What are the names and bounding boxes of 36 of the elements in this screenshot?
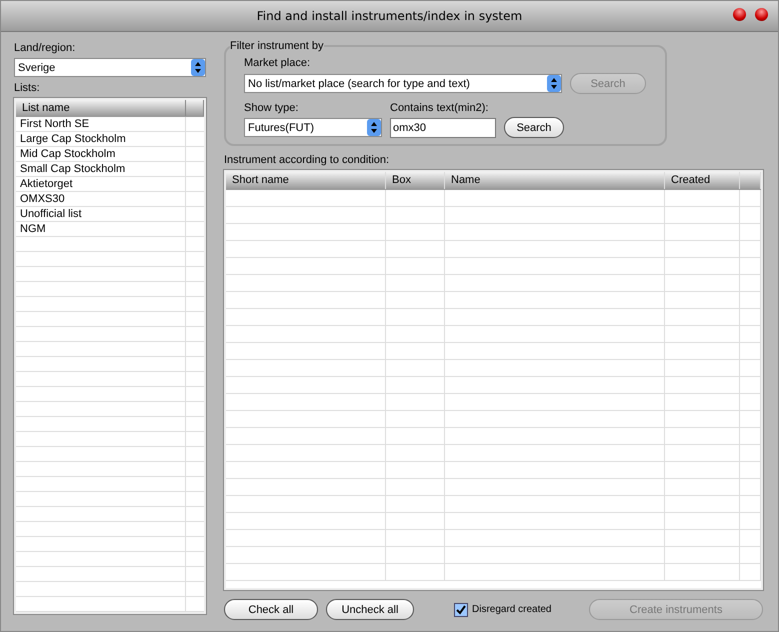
list-item[interactable]: Aktietorget	[16, 177, 186, 191]
spinner-icon	[547, 75, 561, 92]
list-item[interactable]: Small Cap Stockholm	[16, 162, 186, 176]
column-header[interactable]: List name	[16, 100, 186, 116]
column-header[interactable]: Created	[665, 172, 740, 189]
window-title: Find and install instruments/index in system	[256, 9, 522, 23]
type-dropdown[interactable]: Futures(FUT)	[244, 118, 382, 137]
lists-label: Lists:	[14, 82, 41, 94]
column-header[interactable]	[186, 100, 204, 116]
spinner-icon	[367, 119, 381, 136]
search-button[interactable]: Search	[504, 117, 564, 138]
minimize-button[interactable]	[733, 8, 746, 21]
text-label: Contains text(min2):	[390, 102, 490, 114]
spinner-icon	[191, 59, 205, 76]
list-item[interactable]: NGM	[16, 222, 186, 236]
filter-title: Filter instrument by	[230, 40, 324, 52]
column-header[interactable]: Name	[445, 172, 665, 189]
column-header[interactable]: Short name	[226, 172, 386, 189]
market-label: Market place:	[244, 57, 312, 69]
region-dropdown[interactable]: Sverige	[14, 58, 206, 77]
list-item[interactable]: Unofficial list	[16, 207, 186, 221]
close-button[interactable]	[755, 8, 768, 21]
disregard-checkbox[interactable]	[454, 602, 468, 616]
text-field[interactable]: omx30	[390, 118, 496, 138]
list-item[interactable]: OMXS30	[16, 192, 186, 206]
disregard-label: Disregard created	[472, 604, 552, 615]
list-item[interactable]: Large Cap Stockholm	[16, 132, 186, 146]
market-dropdown[interactable]: No list/market place (search for type and text)	[244, 74, 562, 93]
column-header[interactable]: Box	[386, 172, 445, 189]
results-label: Instrument according to condition:	[224, 154, 390, 166]
check-all-button[interactable]: Check all	[224, 599, 318, 620]
region-label: Land/region:	[14, 42, 76, 54]
list-item[interactable]: First North SE	[16, 117, 186, 131]
type-label: Show type:	[244, 102, 300, 114]
uncheck-all-button[interactable]: Uncheck all	[326, 599, 414, 620]
list-item[interactable]: Mid Cap Stockholm	[16, 147, 186, 161]
